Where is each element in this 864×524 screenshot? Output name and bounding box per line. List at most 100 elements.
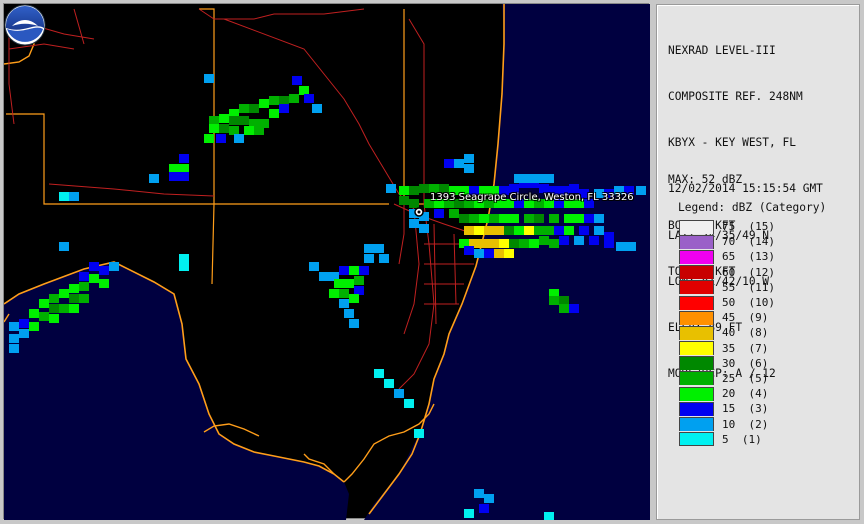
radar-map[interactable]: 1393 Seagrape Circle, Weston, FL 33326: [3, 3, 650, 520]
location-label[interactable]: 1393 Seagrape Circle, Weston, FL 33326: [430, 192, 634, 203]
product-name: NEXRAD LEVEL-III: [668, 43, 776, 57]
radar-echo-cell: [559, 296, 569, 305]
radar-echo-cell: [229, 116, 239, 125]
radar-echo-cell: [279, 104, 289, 113]
radar-echo-cell: [479, 504, 489, 513]
radar-echo-cell: [489, 214, 499, 223]
radar-echo-cell: [419, 224, 429, 233]
radar-echo-cell: [549, 214, 559, 223]
radar-echo-cell: [594, 214, 604, 223]
radar-echo-cell: [339, 299, 349, 308]
radar-echo-cell: [544, 512, 554, 520]
legend-row: 40 (8): [679, 325, 845, 340]
radar-echo-cell: [464, 226, 474, 235]
legend-label: 15 (3): [722, 402, 769, 416]
radar-echo-cell: [89, 274, 99, 283]
radar-echo-cell: [79, 272, 89, 281]
county-lines: [6, 8, 502, 285]
radar-echo-cell: [589, 236, 599, 245]
radar-echo-cell: [499, 239, 509, 248]
radar-echo-cell: [364, 244, 374, 253]
legend-swatch: [679, 310, 714, 325]
radar-echo-cell: [49, 304, 59, 313]
radar-echo-cell: [344, 309, 354, 318]
radar-echo-cell: [79, 294, 89, 303]
legend-swatch: [679, 325, 714, 340]
radar-echo-cell: [59, 242, 69, 251]
radar-echo-cell: [504, 226, 514, 235]
radar-echo-cell: [504, 249, 514, 258]
radar-echo-cell: [474, 249, 484, 258]
legend-swatch: [679, 356, 714, 371]
max-dbz: MAX: 52 dBZ: [668, 172, 743, 186]
dbz-legend: Legend: dBZ (Category) 75 (15) 70 (14) 65 …: [675, 201, 845, 447]
legend-row: 15 (3): [679, 401, 845, 416]
legend-label: 25 (5): [722, 371, 769, 385]
legend-row: 20 (4): [679, 386, 845, 401]
legend-label: 60 (12): [722, 265, 775, 279]
radar-echo-cell: [216, 134, 226, 143]
radar-echo-cell: [444, 159, 454, 168]
radar-echo-cell: [9, 344, 19, 353]
radar-echo-cell: [479, 214, 489, 223]
radar-echo-cell: [399, 186, 409, 195]
legend-rows: 75 (15) 70 (14) 65 (13) 60 (12) 55 (11) 50 (1…: [675, 219, 845, 447]
legend-title: Legend: dBZ (Category): [678, 201, 827, 214]
radar-echo-cell: [292, 76, 302, 85]
legend-row: 25 (5): [679, 371, 845, 386]
legend-label: 75 (15): [722, 220, 775, 234]
radar-echo-cell: [636, 186, 646, 195]
legend-label: 10 (2): [722, 417, 769, 431]
legend-swatch: [679, 401, 714, 416]
radar-echo-cell: [464, 154, 474, 163]
radar-echo-cell: [299, 86, 309, 95]
radar-echo-cell: [29, 322, 39, 331]
radar-echo-cell: [534, 174, 544, 183]
legend-swatch: [679, 341, 714, 356]
radar-echo-cell: [484, 226, 494, 235]
radar-echo-cell: [544, 174, 554, 183]
legend-label: 45 (9): [722, 311, 769, 325]
radar-echo-cell: [569, 304, 579, 313]
radar-echo-cell: [239, 116, 249, 125]
radar-echo-cell: [239, 104, 249, 113]
radar-echo-cell: [89, 262, 99, 271]
radar-echo-cell: [69, 284, 79, 293]
radar-echo-cell: [584, 214, 594, 223]
radar-echo-cell: [616, 242, 626, 251]
radar-echo-cell: [459, 214, 469, 223]
radar-echo-cell: [394, 389, 404, 398]
radar-echo-cell: [19, 329, 29, 338]
radar-echo-cell: [384, 379, 394, 388]
radar-echo-cell: [534, 214, 544, 223]
legend-swatch: [679, 386, 714, 401]
radar-echo-cell: [179, 254, 189, 263]
legend-label: 5 (1): [722, 432, 762, 446]
radar-echo-cell: [544, 226, 554, 235]
product-range: COMPOSITE REF. 248NM: [668, 90, 803, 104]
radar-echo-cell: [244, 126, 254, 135]
radar-echo-cell: [409, 199, 419, 208]
radar-echo-cell: [454, 159, 464, 168]
radar-echo-cell: [554, 226, 564, 235]
radar-echo-cell: [234, 134, 244, 143]
legend-label: 50 (10): [722, 296, 775, 310]
radar-echo-cell: [374, 369, 384, 378]
legend-swatch: [679, 219, 714, 234]
noaa-logo-icon: [4, 4, 46, 46]
radar-echo-cell: [169, 172, 179, 181]
radar-echo-cell: [626, 242, 636, 251]
radar-echo-cell: [254, 126, 264, 135]
radar-echo-cell: [269, 109, 279, 118]
radar-echo-cell: [179, 172, 189, 181]
legend-label: 20 (4): [722, 387, 769, 401]
radar-echo-cell: [339, 289, 349, 298]
radar-echo-cell: [339, 266, 349, 275]
legend-swatch: [679, 234, 714, 249]
radar-echo-cell: [604, 239, 614, 248]
legend-row: 10 (2): [679, 416, 845, 432]
radar-echo-cell: [559, 304, 569, 313]
radar-echo-cell: [109, 262, 119, 271]
radar-echo-cell: [354, 276, 364, 285]
radar-echo-cell: [489, 239, 499, 248]
